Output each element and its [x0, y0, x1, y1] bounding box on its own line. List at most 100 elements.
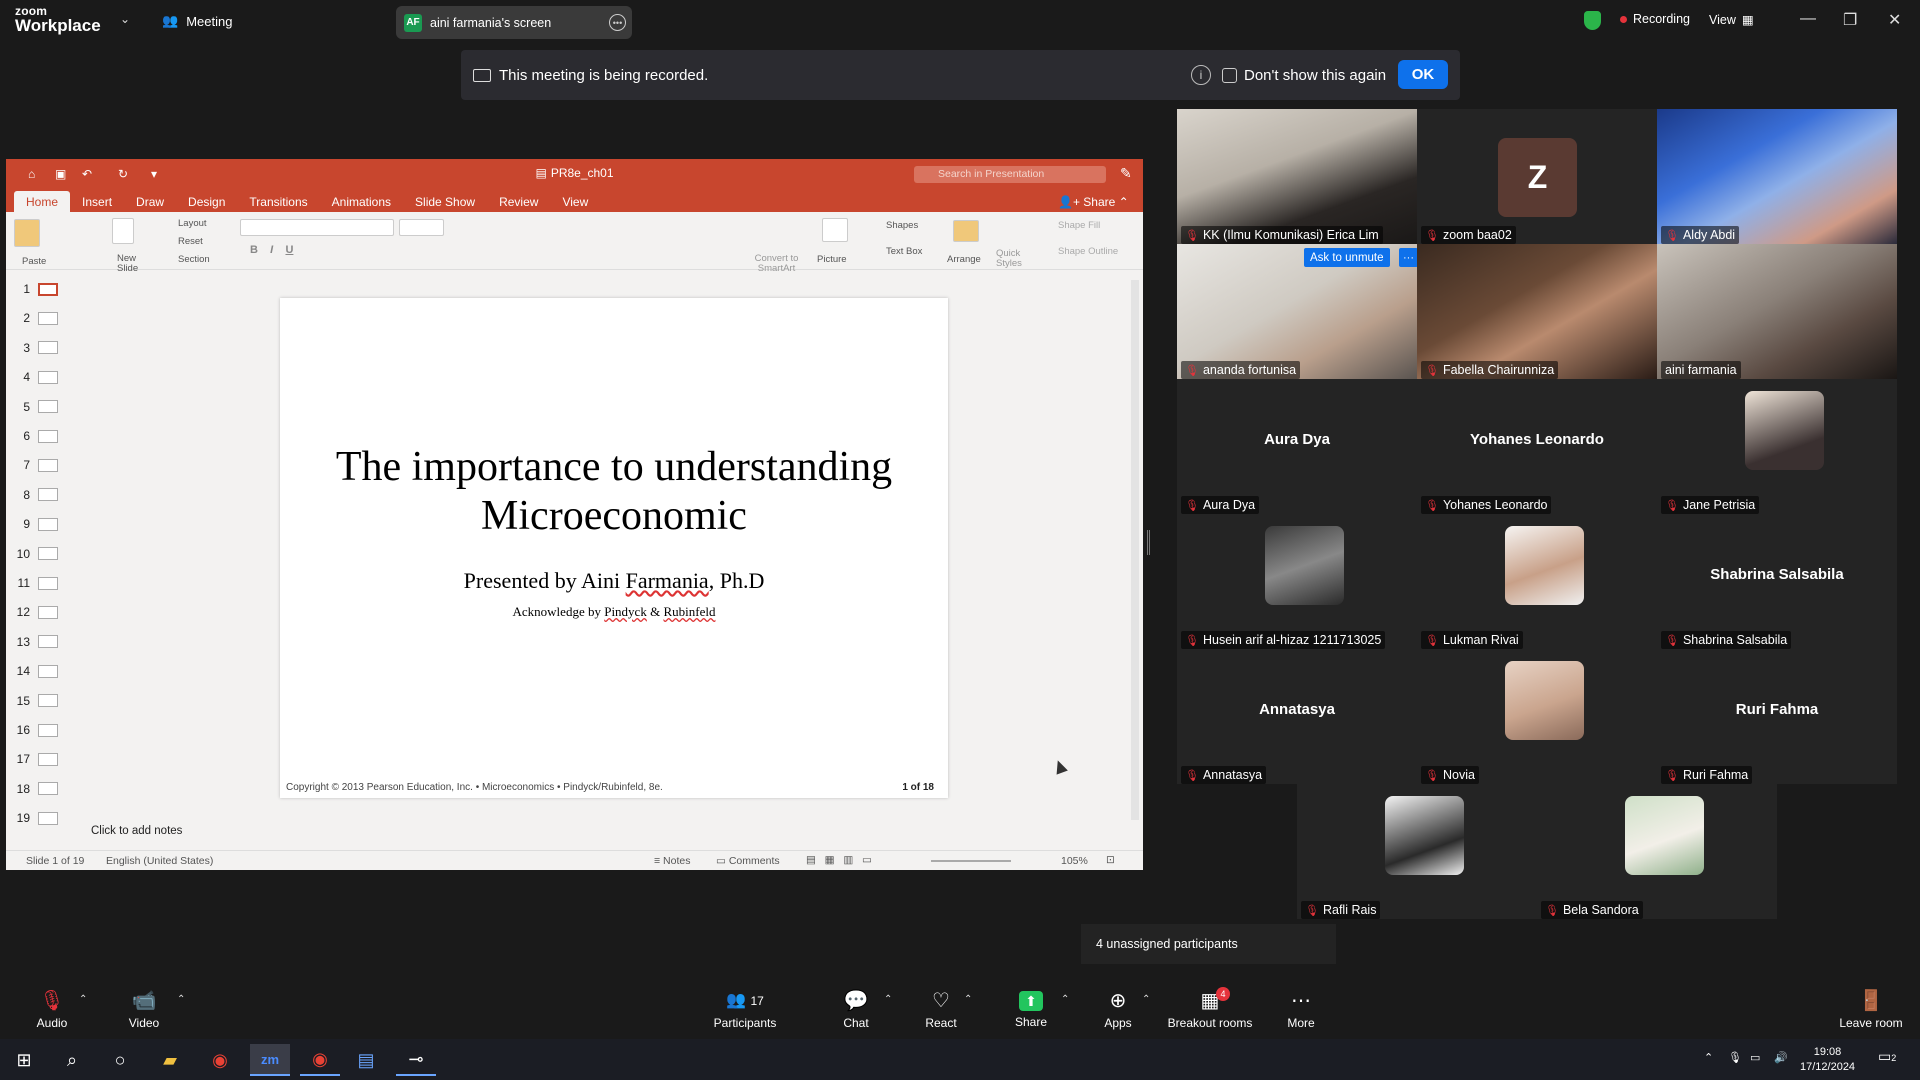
slide-thumbnail[interactable]: 7	[12, 458, 58, 472]
windows-start-icon[interactable]: ⊞	[4, 1044, 44, 1076]
feedback-icon[interactable]: ✎	[1120, 165, 1132, 182]
slide-thumbnail[interactable]: 14	[12, 664, 58, 678]
text-box-button[interactable]: Text Box	[886, 246, 922, 257]
restore-icon[interactable]: ❐	[1843, 10, 1857, 30]
shape-fill-button[interactable]: Shape Fill	[1058, 220, 1100, 231]
tab-home[interactable]: Home	[14, 191, 71, 213]
participant-tile[interactable]: Ask to unmute ··· 🎙 ananda fortunisa	[1177, 244, 1417, 379]
font-size-select[interactable]	[399, 219, 444, 236]
participant-tile[interactable]: 🎙 Rafli Rais	[1297, 784, 1537, 919]
tab-slide-show[interactable]: Slide Show	[403, 191, 487, 213]
tab-insert[interactable]: Insert	[70, 191, 124, 213]
share-button[interactable]: ⬆ Share	[1013, 980, 1049, 1039]
slide-thumbnail[interactable]: 19	[12, 811, 58, 825]
notification-icon[interactable]: ▭2	[1878, 1049, 1896, 1066]
participant-tile[interactable]: 🎙 Lukman Rivai	[1417, 514, 1657, 649]
file-explorer-icon[interactable]: ▰	[150, 1044, 190, 1076]
status-language[interactable]: English (United States)	[106, 855, 213, 867]
apps-caret-icon[interactable]: ⌃	[1142, 994, 1150, 1005]
meeting-menu[interactable]: 👥 Meeting	[162, 13, 232, 29]
react-caret-icon[interactable]: ⌃	[964, 994, 972, 1005]
video-button[interactable]: 📹 Video	[122, 980, 166, 1039]
fit-slide-icon[interactable]: ⊡	[1106, 854, 1115, 866]
minimize-icon[interactable]: —	[1800, 10, 1816, 28]
participant-tile[interactable]: Shabrina Salsabila 🎙 Shabrina Salsabila	[1657, 514, 1897, 649]
participant-tile[interactable]: 🎙 Fabella Chairunniza	[1417, 244, 1657, 379]
ok-button[interactable]: OK	[1398, 60, 1448, 89]
slide-thumbnail[interactable]: 12	[12, 605, 58, 619]
section-button[interactable]: Section	[178, 254, 210, 265]
notes-placeholder[interactable]: Click to add notes	[91, 825, 182, 837]
bold-icon[interactable]: B I U	[250, 244, 293, 256]
ask-to-unmute-button[interactable]: Ask to unmute	[1304, 248, 1390, 267]
search-presentation[interactable]: Search in Presentation	[914, 166, 1106, 183]
participant-tile[interactable]: Yohanes Leonardo 🎙 Yohanes Leonardo	[1417, 379, 1657, 514]
zoom-level[interactable]: 105%	[1061, 855, 1088, 867]
participant-tile[interactable]: 🎙 Novia	[1417, 649, 1657, 784]
slide-thumbnail[interactable]: 5	[12, 400, 58, 414]
close-icon[interactable]: ✕	[1888, 10, 1901, 30]
chat-button[interactable]: 💬 Chat	[838, 980, 874, 1039]
tab-animations[interactable]: Animations	[320, 191, 403, 213]
participant-tile[interactable]: aini farmania	[1657, 244, 1897, 379]
participant-tile[interactable]: Z 🎙 zoom baa02	[1417, 109, 1657, 244]
unassigned-participants[interactable]: 4 unassigned participants	[1081, 924, 1336, 964]
tab-transitions[interactable]: Transitions	[237, 191, 319, 213]
slide-thumbnail[interactable]: 1	[12, 282, 58, 296]
dont-show-checkbox[interactable]	[1222, 67, 1237, 83]
arrange-icon[interactable]	[953, 220, 979, 242]
slide-thumbnail[interactable]: 6	[12, 429, 58, 443]
ppt-share-button[interactable]: 👤+ Share ⌃	[1058, 195, 1129, 209]
media-app-icon[interactable]: ⊸	[396, 1044, 436, 1076]
comments-button[interactable]: ▭ Comments	[716, 855, 780, 867]
info-icon[interactable]: i	[1191, 65, 1211, 85]
slide-thumbnail[interactable]: 16	[12, 723, 58, 737]
security-shield-icon[interactable]	[1584, 11, 1601, 30]
chat-caret-icon[interactable]: ⌃	[884, 994, 892, 1005]
participant-tile[interactable]: 🎙 Bela Sandora	[1537, 784, 1777, 919]
layout-button[interactable]: Layout	[178, 218, 207, 229]
tab-design[interactable]: Design	[176, 191, 237, 213]
zoom-app-icon[interactable]: zm	[250, 1044, 290, 1076]
leave-room-button[interactable]: 🚪 Leave room	[1838, 980, 1904, 1039]
slide-thumbnail[interactable]: 2	[12, 311, 58, 325]
shared-screen-tab[interactable]: AF aini farmania's screen •••	[396, 6, 632, 39]
slide-canvas[interactable]: The importance to understanding Microecon…	[280, 298, 948, 798]
clock[interactable]: 19:08 17/12/2024	[1800, 1045, 1855, 1075]
font-family-select[interactable]	[240, 219, 394, 236]
slide-thumbnail[interactable]: 17	[12, 752, 58, 766]
slide-thumbnail[interactable]: 15	[12, 694, 58, 708]
audio-caret-icon[interactable]: ⌃	[79, 994, 87, 1005]
slide-thumbnail[interactable]: 8	[12, 488, 58, 502]
slide-thumbnail[interactable]: 3	[12, 341, 58, 355]
participants-button[interactable]: 👥 17 Participants	[710, 980, 780, 1039]
search-icon[interactable]: ⌕	[52, 1044, 92, 1076]
paste-icon[interactable]	[14, 219, 40, 247]
chevron-down-icon[interactable]: ⌄	[120, 12, 130, 26]
shape-outline-button[interactable]: Shape Outline	[1058, 246, 1118, 257]
splitter-handle[interactable]	[1147, 530, 1150, 555]
participant-tile[interactable]: Annatasya 🎙 Annatasya	[1177, 649, 1417, 784]
slide-thumbnail[interactable]: 13	[12, 635, 58, 649]
view-button[interactable]: View ▦	[1709, 12, 1754, 28]
reset-button[interactable]: Reset	[178, 236, 203, 247]
new-slide-icon[interactable]	[112, 218, 134, 244]
participant-more-icon[interactable]: ···	[1399, 248, 1417, 267]
slide-thumbnail[interactable]: 11	[12, 576, 58, 590]
participant-tile[interactable]: Aura Dya 🎙 Aura Dya	[1177, 379, 1417, 514]
apps-button[interactable]: ⊕ Apps	[1101, 980, 1135, 1039]
picture-icon[interactable]	[822, 218, 848, 242]
zoom-slider[interactable]	[931, 860, 1011, 862]
recording-indicator[interactable]: Recording	[1620, 12, 1690, 26]
vertical-scrollbar[interactable]	[1131, 280, 1139, 820]
notes-button[interactable]: ≡ Notes	[654, 855, 690, 867]
tray-chevron-icon[interactable]: ⌃	[1704, 1051, 1713, 1066]
breakout-rooms-button[interactable]: ▦ Breakout rooms	[1165, 980, 1255, 1039]
view-normal-icon[interactable]: ▤ ▦ ▥ ▭	[806, 854, 872, 866]
participant-tile[interactable]: 🎙 Jane Petrisia	[1657, 379, 1897, 514]
task-view-icon[interactable]: ○	[100, 1044, 140, 1076]
slide-thumbnail[interactable]: 18	[12, 782, 58, 796]
share-caret-icon[interactable]: ⌃	[1061, 994, 1069, 1005]
participant-tile[interactable]: 🎙 Husein arif al-hizaz 1211713025	[1177, 514, 1417, 649]
participant-tile[interactable]: 🎙 KK (Ilmu Komunikasi) Erica Lim	[1177, 109, 1417, 244]
